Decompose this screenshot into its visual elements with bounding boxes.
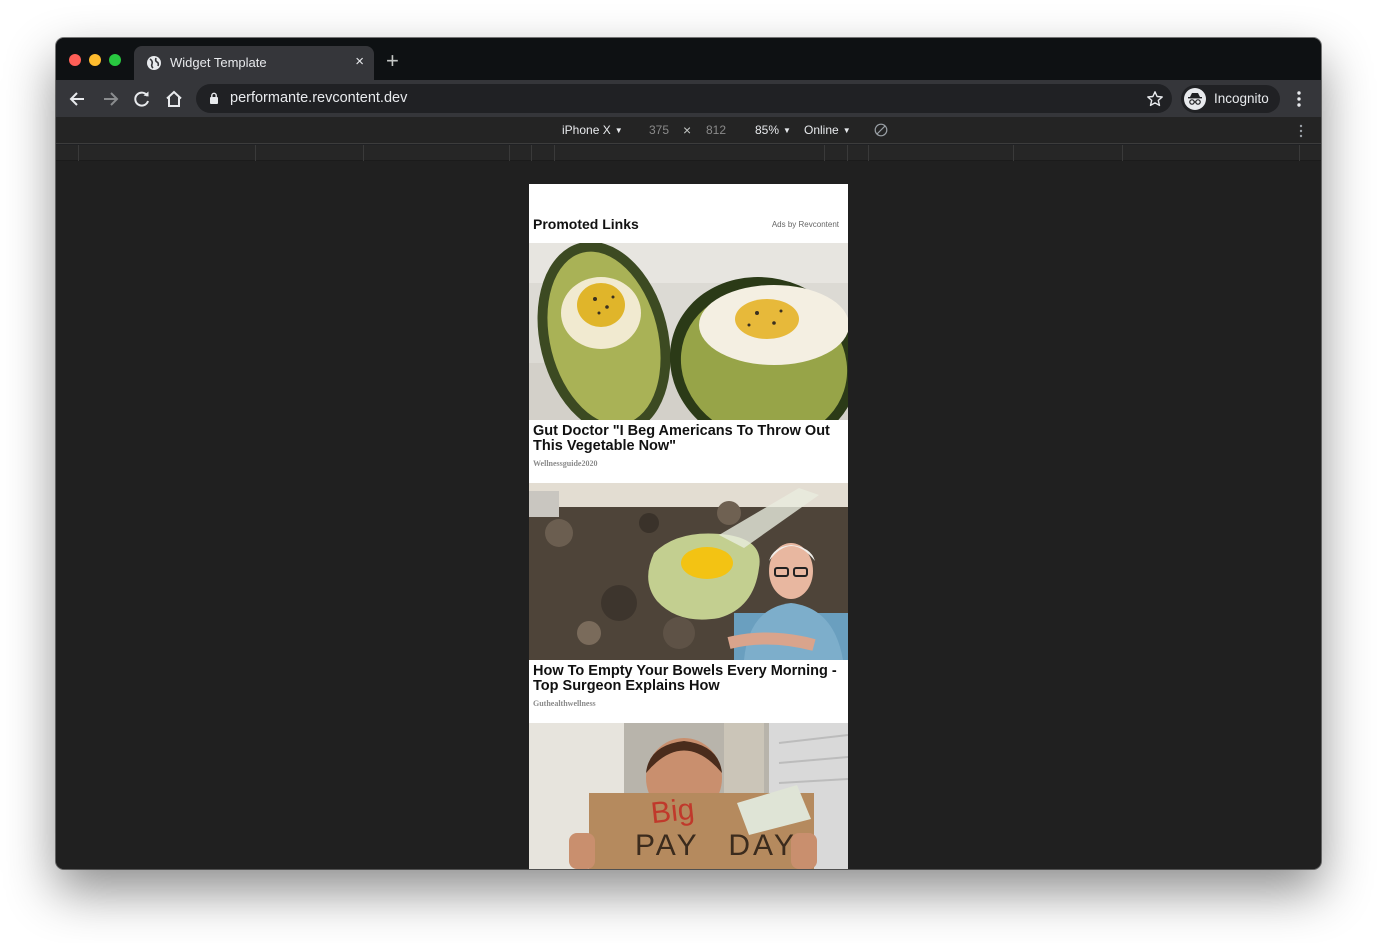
device-select[interactable]: iPhone X ▼ bbox=[562, 123, 623, 137]
lock-icon[interactable] bbox=[209, 92, 219, 104]
sign-text-bottom: PAY DAY bbox=[635, 829, 797, 862]
zoom-select[interactable]: 85% ▼ bbox=[755, 123, 791, 137]
maximize-window-button[interactable] bbox=[109, 54, 121, 66]
widget-title: Promoted Links bbox=[533, 216, 639, 232]
forward-arrow-icon[interactable] bbox=[100, 89, 120, 109]
tab-strip: Widget Template × + bbox=[56, 38, 1321, 80]
ad-card[interactable]: How To Empty Your Bowels Every Morning -… bbox=[529, 483, 848, 723]
emulated-device-screen[interactable]: Promoted Links Ads by Revcontent Gut Doc… bbox=[529, 184, 848, 869]
tab-title: Widget Template bbox=[170, 55, 267, 70]
ruler-segment[interactable] bbox=[509, 145, 510, 161]
network-value: Online bbox=[804, 123, 839, 137]
chevron-down-icon: ▼ bbox=[783, 126, 791, 135]
ads-by-revcontent-link[interactable]: Ads by Revcontent bbox=[772, 220, 839, 229]
ruler-segment[interactable] bbox=[554, 145, 555, 161]
sign-text-top: Big bbox=[649, 792, 696, 831]
ruler-segment[interactable] bbox=[1013, 145, 1014, 161]
bookmark-star-icon[interactable] bbox=[1146, 90, 1164, 108]
browser-menu-icon[interactable] bbox=[1293, 90, 1305, 108]
ruler-segment[interactable] bbox=[531, 145, 532, 161]
browser-window: Widget Template × + performante.revconte… bbox=[56, 38, 1321, 869]
device-toolbar-menu-icon[interactable] bbox=[1299, 124, 1303, 138]
incognito-icon bbox=[1184, 88, 1206, 110]
viewport-width-input[interactable]: 375 bbox=[649, 123, 669, 137]
browser-toolbar: performante.revcontent.dev Incognito bbox=[56, 80, 1321, 117]
viewport-height-input[interactable]: 812 bbox=[706, 123, 726, 137]
ruler-segment[interactable] bbox=[1299, 145, 1300, 161]
ruler-segment[interactable] bbox=[847, 145, 848, 161]
ad-source: Guthealthwellness bbox=[533, 699, 596, 708]
ruler-segment[interactable] bbox=[255, 145, 256, 161]
tab-widget-template[interactable]: Widget Template × bbox=[134, 46, 374, 80]
device-toolbar: iPhone X ▼ 375 × 812 85% ▼ Online ▼ bbox=[56, 117, 1321, 144]
globe-icon bbox=[147, 56, 161, 70]
ruler-segment[interactable] bbox=[1122, 145, 1123, 161]
home-icon[interactable] bbox=[164, 89, 184, 109]
rotate-icon[interactable] bbox=[874, 123, 888, 137]
device-viewport-area: Promoted Links Ads by Revcontent Gut Doc… bbox=[56, 161, 1321, 869]
close-window-button[interactable] bbox=[69, 54, 81, 66]
new-tab-button[interactable]: + bbox=[386, 50, 399, 72]
url-text[interactable]: performante.revcontent.dev bbox=[230, 90, 407, 106]
ruler-segment[interactable] bbox=[824, 145, 825, 161]
avocado-eggs-image[interactable] bbox=[529, 243, 848, 420]
reload-icon[interactable] bbox=[132, 89, 152, 109]
ad-card[interactable]: Gut Doctor "I Beg Americans To Throw Out… bbox=[529, 243, 848, 483]
tab-close-icon[interactable]: × bbox=[355, 53, 364, 71]
ruler-segment[interactable] bbox=[78, 145, 79, 161]
ruler-segment[interactable] bbox=[868, 145, 869, 161]
media-query-ruler[interactable] bbox=[56, 145, 1321, 161]
egg-in-bag-surgeon-image[interactable] bbox=[529, 483, 848, 660]
incognito-profile-button[interactable]: Incognito bbox=[1181, 85, 1280, 113]
zoom-value: 85% bbox=[755, 123, 780, 137]
address-bar[interactable]: performante.revcontent.dev bbox=[196, 84, 1172, 113]
profile-label: Incognito bbox=[1214, 91, 1269, 106]
ad-source: Wellnessguide2020 bbox=[533, 459, 598, 468]
ad-card[interactable]: Big PAY DAY bbox=[529, 723, 848, 869]
network-throttle-select[interactable]: Online ▼ bbox=[804, 123, 851, 137]
chevron-down-icon: ▼ bbox=[614, 126, 623, 135]
ruler-segment[interactable] bbox=[363, 145, 364, 161]
minimize-window-button[interactable] bbox=[89, 54, 101, 66]
device-name: iPhone X bbox=[562, 123, 611, 137]
widget-header: Promoted Links Ads by Revcontent bbox=[529, 184, 848, 243]
big-pay-day-sign-image[interactable]: Big PAY DAY bbox=[529, 723, 848, 869]
chevron-down-icon: ▼ bbox=[842, 126, 851, 135]
back-arrow-icon[interactable] bbox=[68, 89, 88, 109]
ad-headline[interactable]: How To Empty Your Bowels Every Morning -… bbox=[533, 664, 839, 694]
ad-headline[interactable]: Gut Doctor "I Beg Americans To Throw Out… bbox=[533, 424, 839, 454]
dimension-separator: × bbox=[683, 122, 692, 138]
